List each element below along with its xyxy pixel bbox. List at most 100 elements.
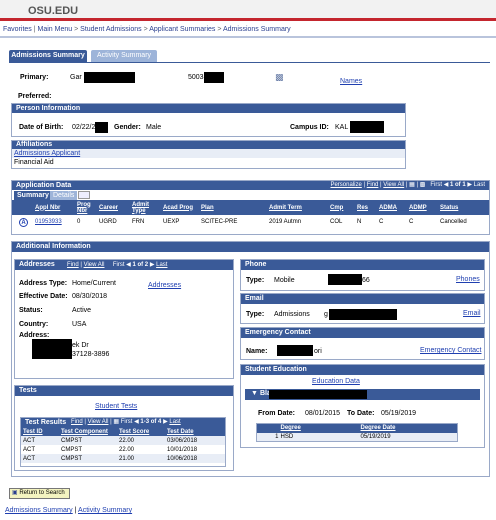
col-plan[interactable]: Plan: [201, 200, 269, 215]
emergency-name-tail: ori: [314, 348, 322, 355]
table-row: ACT CMPST 22.00 10/01/2018: [21, 445, 225, 454]
col-status[interactable]: Status: [440, 200, 489, 215]
breadcrumb-favorites[interactable]: Favorites: [3, 26, 32, 33]
addresses-link[interactable]: Addresses: [148, 282, 181, 289]
addresses-find-link[interactable]: Find: [67, 262, 79, 268]
col-adma[interactable]: ADMA: [379, 200, 409, 215]
personalize-link[interactable]: Personalize: [330, 182, 361, 188]
names-link[interactable]: Names: [340, 78, 362, 85]
addresses-last-nav[interactable]: Last: [156, 262, 167, 268]
footer-activity-summary-link[interactable]: Activity Summary: [78, 507, 132, 514]
return-icon: ▣: [12, 490, 18, 496]
col-admp[interactable]: ADMP: [409, 200, 440, 215]
breadcrumb-admissions-summary[interactable]: Admissions Summary: [223, 26, 291, 33]
subtab-summary[interactable]: Summary: [14, 191, 52, 200]
address-line-2: 37128-3896: [72, 351, 110, 358]
row-range: 1 of 1: [450, 182, 466, 188]
gender-value: Male: [146, 124, 162, 131]
redaction-block: [329, 309, 397, 320]
col-test-component[interactable]: Test Component: [61, 427, 119, 436]
col-career[interactable]: Career: [99, 200, 132, 215]
download-icon[interactable]: ▩: [420, 182, 426, 188]
col-acad-prog[interactable]: Acad Prog: [163, 200, 201, 215]
last-nav[interactable]: Last: [474, 182, 485, 188]
next-arrow-icon[interactable]: ▶: [467, 182, 472, 188]
table-row: ACT CMPST 21.00 10/06/2018: [21, 454, 225, 463]
prog-nbr-cell: 0: [77, 219, 81, 225]
phone-header: Phone: [241, 260, 484, 270]
from-date-label: From Date:: [258, 410, 295, 417]
emergency-contact-link[interactable]: Emergency Contact: [420, 347, 481, 354]
col-test-score[interactable]: Test Score: [119, 427, 167, 436]
redaction-block: [350, 121, 384, 133]
addresses-box: Addresses Find | View All First ◀ 1 of 2…: [14, 259, 234, 379]
test-results-box: Test Results Find | View All | ▦ First ◀…: [20, 417, 226, 467]
tests-last-nav[interactable]: Last: [169, 419, 180, 425]
redaction-block: [32, 339, 72, 359]
dob-label: Date of Birth:: [19, 124, 64, 131]
phone-box: Phone: [240, 259, 485, 291]
email-type-label: Type:: [246, 311, 265, 318]
phones-link[interactable]: Phones: [456, 276, 480, 283]
prev-arrow-icon[interactable]: ◀: [134, 419, 139, 425]
address-label: Address:: [19, 332, 50, 339]
photo-icon[interactable]: ▩: [275, 72, 284, 83]
tests-view-all-link[interactable]: View All: [88, 419, 109, 425]
campus-id-value: KAL: [335, 124, 349, 131]
grid-icon[interactable]: ▦: [409, 182, 415, 188]
find-link[interactable]: Find: [367, 182, 379, 188]
tab-activity-summary[interactable]: Activity Summary: [91, 50, 157, 62]
next-arrow-icon[interactable]: ▶: [150, 262, 155, 268]
prev-arrow-icon[interactable]: ◀: [444, 182, 449, 188]
view-all-link[interactable]: View All: [383, 182, 404, 188]
brand-logo: OSU.EDU: [28, 5, 79, 17]
col-prog-nbr[interactable]: Prog Nbr: [77, 200, 99, 215]
effective-date-value: 08/30/2018: [72, 293, 108, 300]
prev-arrow-icon[interactable]: ◀: [126, 262, 131, 268]
col-admit-term[interactable]: Admit Term: [269, 200, 330, 215]
first-nav[interactable]: First: [430, 182, 442, 188]
career-cell: UGRD: [99, 219, 117, 225]
emplid-value: 5003: [188, 74, 204, 81]
subtab-details[interactable]: Details: [50, 191, 78, 200]
email-type-value: Admissions: [274, 311, 310, 318]
breadcrumb-student-admissions[interactable]: Student Admissions: [80, 26, 141, 33]
education-data-link[interactable]: Education Data: [312, 378, 360, 385]
student-tests-link[interactable]: Student Tests: [95, 403, 137, 410]
return-to-search-button[interactable]: ▣ Return to Search: [9, 488, 70, 499]
breadcrumb-applicant-summaries[interactable]: Applicant Summaries: [149, 26, 215, 33]
addresses-view-all-link[interactable]: View All: [84, 262, 105, 268]
test-results-table-header: Test ID Test Component Test Score Test D…: [21, 427, 225, 436]
top-banner: OSU.EDU: [0, 0, 496, 21]
application-subtabs: Summary Details: [12, 190, 489, 200]
addresses-first-nav[interactable]: First: [113, 262, 125, 268]
show-all-columns-icon[interactable]: [78, 191, 90, 199]
col-res[interactable]: Res: [357, 200, 379, 215]
affiliations-header: Affiliations: [12, 141, 405, 149]
grid-icon[interactable]: ▦: [113, 419, 119, 425]
affiliation-item[interactable]: Admissions Applicant: [12, 149, 405, 158]
col-admit-type[interactable]: Admit Type: [132, 200, 163, 215]
email-link[interactable]: Email: [463, 310, 481, 317]
address-type-label: Address Type:: [19, 280, 68, 287]
col-test-date[interactable]: Test Date: [167, 427, 225, 436]
next-arrow-icon[interactable]: ▶: [163, 419, 168, 425]
col-degree[interactable]: Degree: [281, 424, 361, 433]
tests-find-link[interactable]: Find: [71, 419, 83, 425]
tab-admissions-summary[interactable]: Admissions Summary: [9, 50, 87, 62]
col-degree-date[interactable]: Degree Date: [361, 424, 458, 433]
tests-first-nav[interactable]: First: [121, 419, 133, 425]
appl-nbr-link[interactable]: 01953933: [35, 219, 62, 225]
footer-admissions-summary-link[interactable]: Admissions Summary: [5, 507, 73, 514]
col-appl-nbr[interactable]: Appl Nbr: [35, 200, 77, 215]
breadcrumb-main-menu[interactable]: Main Menu: [38, 26, 73, 33]
phone-number-tail: 66: [362, 277, 370, 284]
collapse-triangle-icon[interactable]: ▼: [251, 390, 258, 397]
col-cmp[interactable]: Cmp: [330, 200, 357, 215]
test-results-header: Test Results Find | View All | ▦ First ◀…: [21, 418, 225, 427]
breadcrumb: Favorites | Main Menu > Student Admissio…: [3, 26, 291, 33]
addresses-header: Addresses Find | View All First ◀ 1 of 2…: [15, 260, 233, 270]
col-test-id[interactable]: Test ID: [21, 427, 61, 436]
to-date-label: To Date:: [347, 410, 375, 417]
affiliation-item: Financial Aid: [14, 159, 54, 166]
